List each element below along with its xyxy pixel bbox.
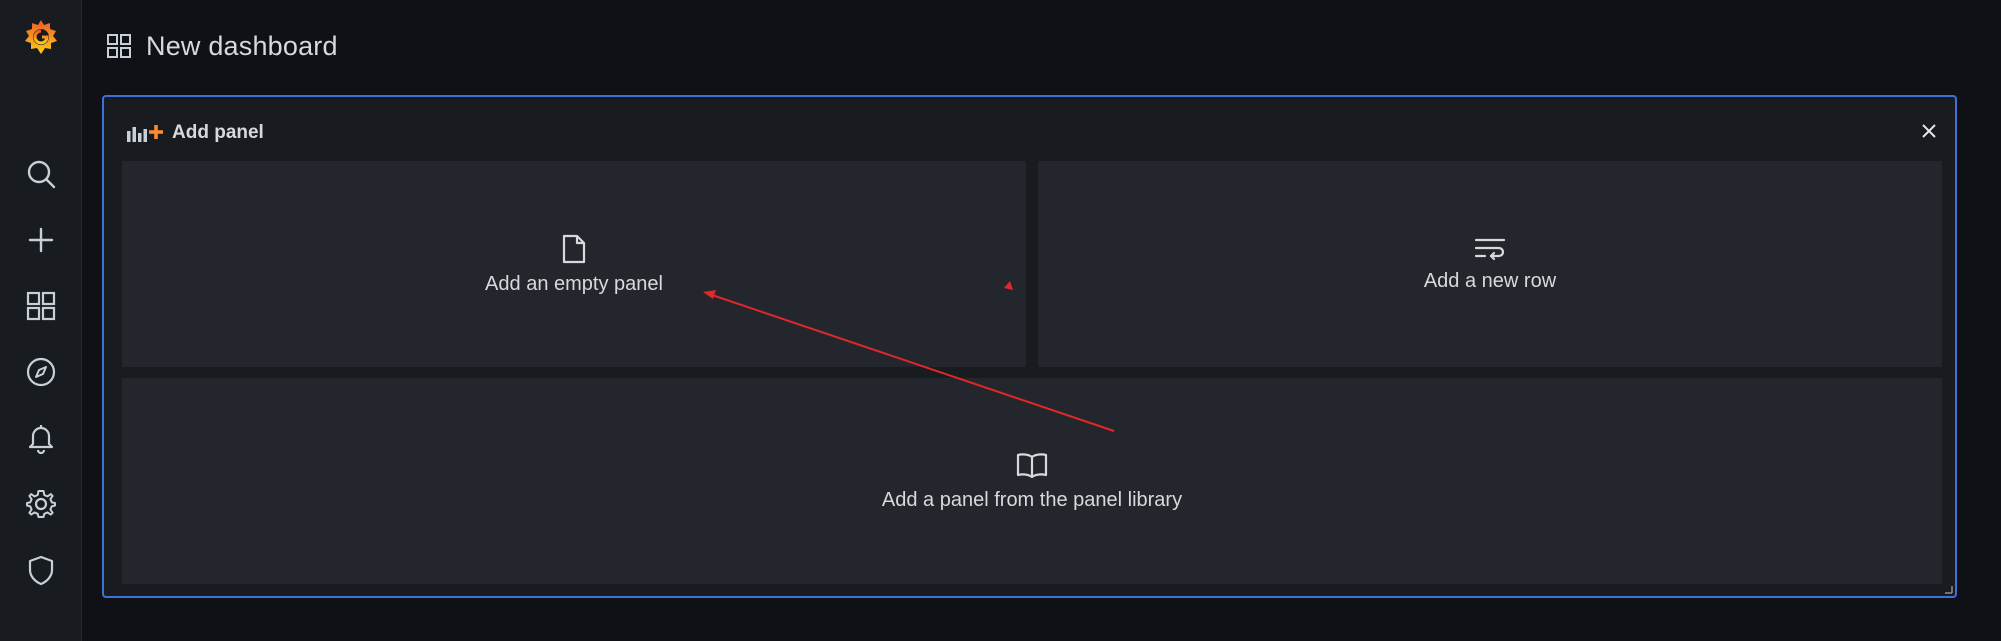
sidebar-item-dashboards[interactable] (0, 279, 82, 333)
add-panel-title: Add panel (172, 122, 264, 143)
search-icon (27, 160, 56, 189)
add-panel-widget: Add panel Add an empty panel Add a new r… (102, 95, 1957, 598)
grafana-logo-button[interactable] (0, 10, 82, 64)
add-new-row-button[interactable]: Add a new row (1038, 161, 1942, 367)
sidebar-nav (0, 0, 82, 641)
book-icon (1016, 452, 1048, 478)
add-library-panel-label: Add a panel from the panel library (881, 488, 1183, 511)
sidebar-item-configuration[interactable] (0, 477, 82, 531)
add-new-row-label: Add a new row (1423, 269, 1557, 292)
sidebar-item-explore[interactable] (0, 345, 82, 399)
page-title[interactable]: New dashboard (146, 31, 338, 62)
file-icon (562, 234, 586, 263)
add-panel-icon (127, 125, 163, 142)
sidebar-item-create[interactable] (0, 213, 82, 267)
close-icon (1922, 124, 1936, 138)
add-library-panel-button[interactable]: Add a panel from the panel library (122, 378, 1942, 584)
plus-icon (28, 227, 54, 253)
wrap-rows-icon (1474, 238, 1506, 260)
sidebar-item-server-admin[interactable] (0, 543, 82, 597)
shield-icon (28, 555, 54, 586)
grafana-logo-icon (25, 20, 57, 54)
resize-handle-icon[interactable] (1943, 584, 1953, 594)
page-header: New dashboard (106, 26, 338, 66)
dashboards-icon (26, 291, 56, 321)
add-empty-panel-label: Add an empty panel (485, 272, 663, 295)
dashboard-grid-icon (107, 34, 131, 58)
sidebar-item-alerting[interactable] (0, 411, 82, 465)
add-panel-header: Add panel (126, 119, 264, 147)
alerting-bell-icon (28, 425, 54, 454)
add-empty-panel-button[interactable]: Add an empty panel (122, 161, 1026, 367)
close-button[interactable] (1915, 117, 1943, 145)
settings-gear-icon (26, 490, 56, 518)
app-root: New dashboard Add panel Add an empty pan… (0, 0, 2001, 641)
explore-icon (26, 357, 56, 387)
sidebar-item-search[interactable] (0, 147, 82, 201)
